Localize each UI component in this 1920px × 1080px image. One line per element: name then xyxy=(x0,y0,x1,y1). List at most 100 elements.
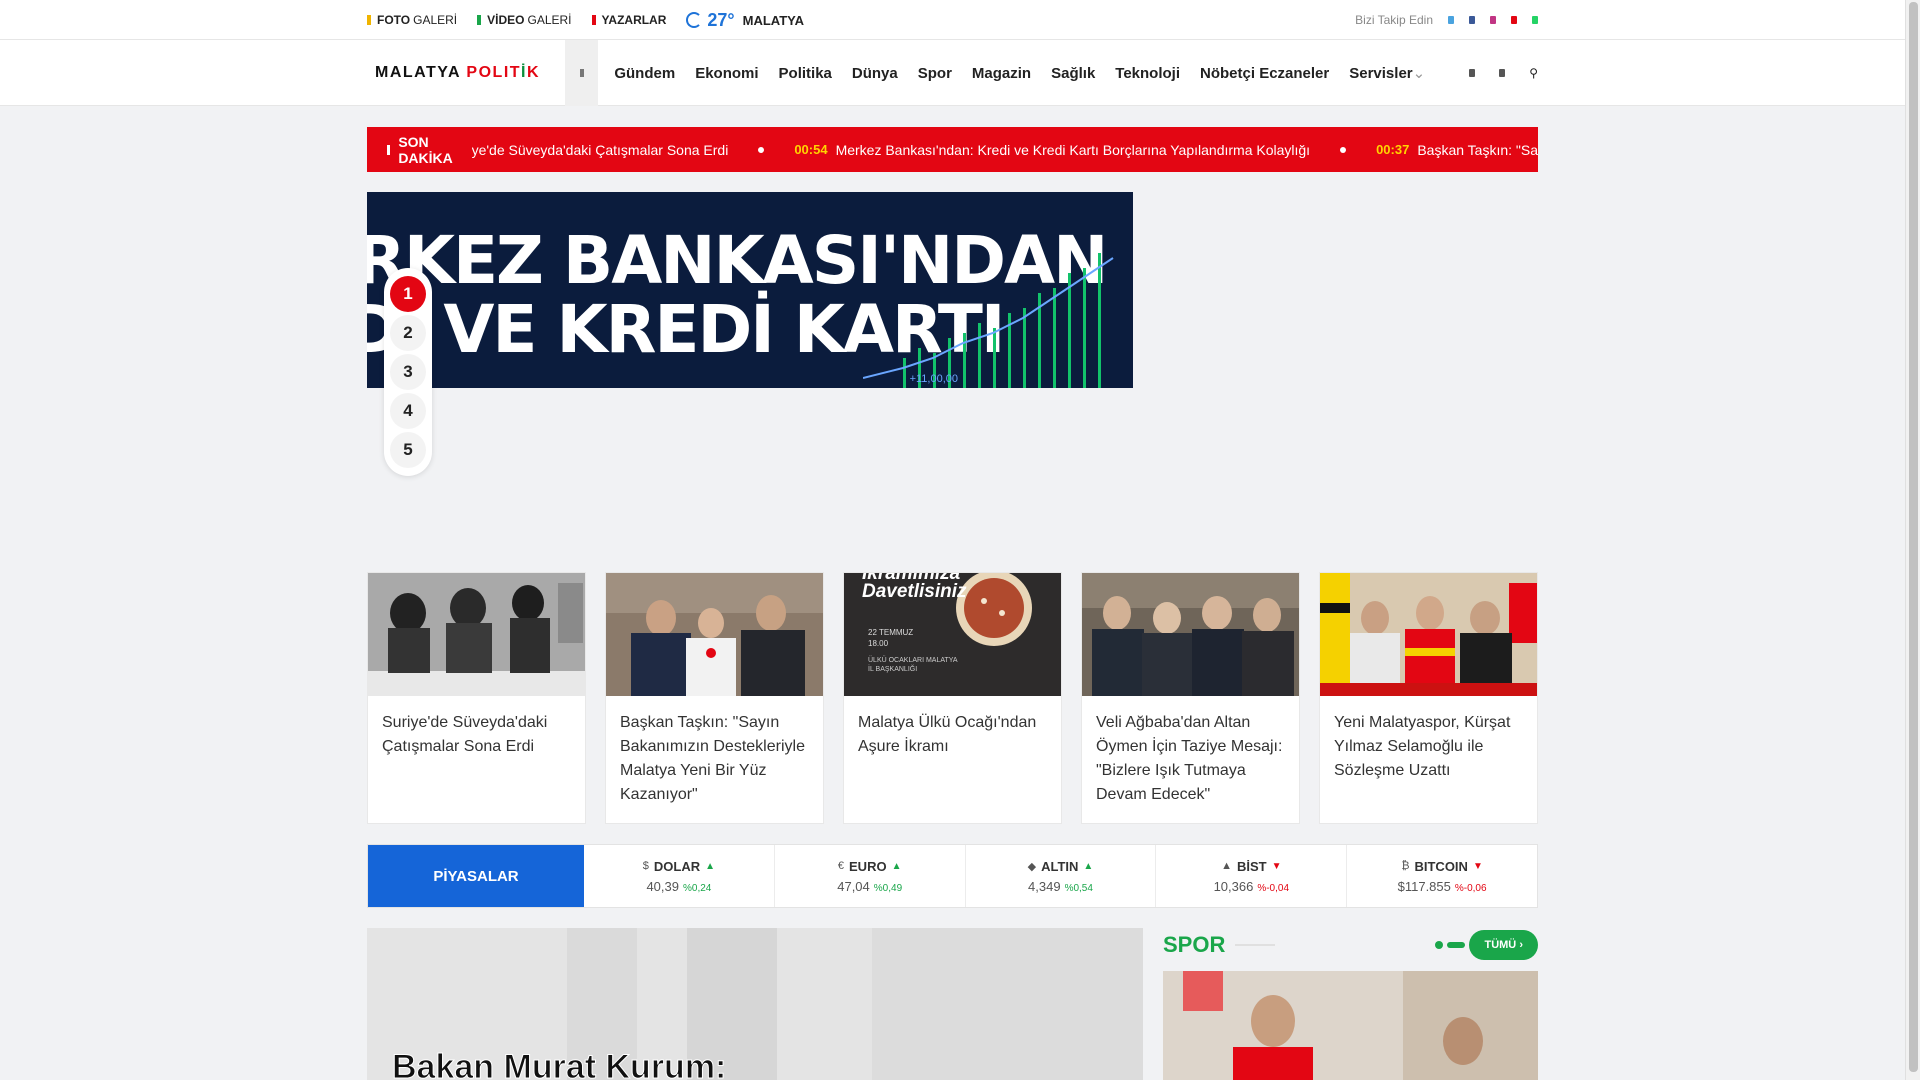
video-gallery-link[interactable]: VİDEO GALERİ xyxy=(477,13,572,27)
nav-item-ekonomi[interactable]: Ekonomi xyxy=(695,65,758,82)
news-cards: Suriye'de Süveyda'daki Çatışmalar Sona E… xyxy=(367,572,1538,824)
soldiers-photo xyxy=(368,573,585,696)
bitcoin-icon: ₿ xyxy=(1401,860,1410,872)
ticker-text: Suriye'de Süveyda'daki Çatışmalar Sona E… xyxy=(446,141,729,158)
breaking-label-text: SON DAKİKA xyxy=(398,133,453,166)
hero-figure-label: +11,00,00 xyxy=(909,373,958,385)
spor-title: SPOR xyxy=(1163,932,1226,957)
weather-city: MALATYA xyxy=(742,12,805,28)
market-value: $117.855 xyxy=(1397,878,1451,894)
chevron-down-icon: ⌄ xyxy=(1412,65,1426,82)
news-card-image xyxy=(1320,573,1537,696)
spor-controls: TÜMÜ › xyxy=(1435,930,1538,960)
hero-slide-image[interactable]: RKEZ BANKASI'NDAN Dİ VE KREDİ KARTI +11,… xyxy=(367,192,1133,388)
arrow-down-icon: ▼ xyxy=(1472,860,1483,872)
market-change: %0,49 xyxy=(873,882,903,894)
nav-item-dunya[interactable]: Dünya xyxy=(852,65,898,82)
authors-link[interactable]: YAZARLAR xyxy=(591,13,667,27)
nav-item-nobetci-eczaneler[interactable]: Nöbetçi Eczaneler xyxy=(1200,65,1329,82)
nav-item-politika[interactable]: Politika xyxy=(779,65,832,82)
instagram-icon[interactable] xyxy=(1490,16,1496,24)
ticker-item[interactable]: 00:54 Merkez Bankası'ndan: Kredi ve Kredi… xyxy=(794,142,1310,158)
slider-page-2[interactable]: 2 xyxy=(390,315,426,351)
news-card[interactable]: Veli Ağbaba'dan Altan Öymen İçin Taziye … xyxy=(1081,572,1300,824)
logo-word-2: POLIT xyxy=(466,64,522,81)
breaking-news-label: SON DAKİKA xyxy=(367,127,472,172)
nav-item-servisler[interactable]: Servisler⌄ xyxy=(1349,64,1425,82)
slider-page-1[interactable]: 1 xyxy=(390,276,426,312)
invitation-org-1: ÜLKÜ OCAKLARI MALATYA xyxy=(868,657,958,664)
news-card[interactable]: Başkan Taşkın: "Sayın Bakanımızın Destek… xyxy=(605,572,824,824)
ticker-time: 00:37 xyxy=(1376,142,1410,157)
weather-icon xyxy=(686,12,703,28)
nav-item-saglik[interactable]: Sağlık xyxy=(1051,65,1095,82)
market-value: 40,39 xyxy=(646,878,679,894)
pen-icon xyxy=(591,15,596,25)
market-item-dolar[interactable]: $ DOLAR ▲ 40,39 %0,24 xyxy=(584,845,775,907)
breaking-news-bar: SON DAKİKA Suriye'de Süveyda'daki Çatışm… xyxy=(367,127,1538,172)
nav-item-gundem[interactable]: Gündem xyxy=(614,65,675,82)
market-item-altin[interactable]: ◆ ALTIN ▲ 4,349 %0,54 xyxy=(966,845,1157,907)
ticker-time: 00:54 xyxy=(794,142,828,157)
menu-toggle-button[interactable] xyxy=(565,40,599,106)
market-value: 10,366 xyxy=(1213,878,1254,894)
market-item-bist[interactable]: ▲ BİST ▼ 10,366 %-0,04 xyxy=(1156,845,1348,907)
youtube-icon[interactable] xyxy=(1511,16,1517,24)
social-follow: Bizi Takip Edin xyxy=(1355,13,1538,27)
invitation-org-2: İL BAŞKANLIĞI xyxy=(868,666,918,673)
facebook-icon[interactable] xyxy=(1469,16,1475,24)
search-icon[interactable]: ⚲ xyxy=(1529,66,1538,80)
hamburger-icon xyxy=(579,69,584,77)
page-scrollbar[interactable] xyxy=(1905,0,1920,1080)
news-card-image xyxy=(1082,573,1299,696)
authors-label: YAZARLAR xyxy=(601,13,667,27)
arrow-down-icon: ▼ xyxy=(1271,860,1282,872)
whatsapp-icon[interactable] xyxy=(1532,16,1538,24)
news-card-title: Başkan Taşkın: "Sayın Bakanımızın Destek… xyxy=(620,714,805,803)
markets-label[interactable]: PİYASALAR xyxy=(368,845,584,907)
news-card[interactable]: İkramımıza Davetlisiniz 22 TEMMUZ 18.00 … xyxy=(843,572,1062,824)
ticker-item[interactable]: Suriye'de Süveyda'daki Çatışmalar Sona E… xyxy=(447,142,729,158)
carousel-dot[interactable] xyxy=(1435,941,1444,949)
politicians-photo xyxy=(1082,573,1299,696)
hero-chart-graphic xyxy=(863,253,1114,388)
spor-news-image[interactable] xyxy=(1163,971,1538,1080)
ticker-separator xyxy=(758,146,765,153)
featured-news[interactable]: Bakan Murat Kurum: xyxy=(367,928,1143,1080)
ticker-text: Merkez Bankası'ndan: Kredi ve Kredi Kart… xyxy=(835,141,1311,158)
nav-item-spor[interactable]: Spor xyxy=(918,65,952,82)
football-signing-photo xyxy=(1320,573,1537,696)
twitter-icon[interactable] xyxy=(1448,16,1454,24)
bolt-icon xyxy=(387,144,391,155)
market-item-euro[interactable]: € EURO ▲ 47,04 %0,49 xyxy=(775,845,966,907)
news-card[interactable]: Yeni Malatyaspor, Kürşat Yılmaz Selamoğl… xyxy=(1319,572,1538,824)
news-card-title: Suriye'de Süveyda'daki Çatışmalar Sona E… xyxy=(382,714,548,755)
section-divider xyxy=(1235,944,1276,946)
invitation-date: 22 TEMMUZ xyxy=(868,628,914,637)
temperature: 27° xyxy=(707,9,735,30)
random-article-icon[interactable] xyxy=(1499,69,1506,77)
photo-gallery-link[interactable]: FOTO GALERİ xyxy=(367,13,457,27)
carousel-dot-active[interactable] xyxy=(1447,942,1466,948)
scrollbar-thumb[interactable] xyxy=(1909,2,1918,1072)
breaking-ticker: Suriye'de Süveyda'daki Çatışmalar Sona E… xyxy=(447,142,1538,158)
top-bar: FOTO GALERİ VİDEO GALERİ YAZARLAR 27° MA… xyxy=(0,0,1905,40)
ticker-item[interactable]: 00:37 Başkan Taşkın: "Sa xyxy=(1376,142,1538,158)
slider-page-3[interactable]: 3 xyxy=(390,354,426,390)
news-card[interactable]: Suriye'de Süveyda'daki Çatışmalar Sona E… xyxy=(367,572,586,824)
market-value: 4,349 xyxy=(1028,878,1061,894)
chart-icon: ▲ xyxy=(1221,860,1232,872)
spor-section-header: SPOR TÜMÜ › xyxy=(1163,928,1538,962)
spor-all-button[interactable]: TÜMÜ › xyxy=(1469,930,1538,960)
logo-letter-k: K xyxy=(526,64,541,81)
site-logo[interactable]: MALATYA POLITİK xyxy=(375,64,559,82)
market-item-bitcoin[interactable]: ₿ BITCOIN ▼ $117.855 %-0,06 xyxy=(1347,845,1537,907)
markets-label-text: PİYASALAR xyxy=(433,867,519,885)
slider-page-4[interactable]: 4 xyxy=(390,393,426,429)
nav-item-magazin[interactable]: Magazin xyxy=(972,65,1031,82)
nav-item-teknoloji[interactable]: Teknoloji xyxy=(1115,65,1180,82)
slider-page-5[interactable]: 5 xyxy=(390,432,426,468)
slider-pagination: 1 2 3 4 5 xyxy=(384,268,432,476)
theme-toggle-icon[interactable] xyxy=(1469,69,1476,77)
arrow-up-icon: ▲ xyxy=(705,860,716,872)
